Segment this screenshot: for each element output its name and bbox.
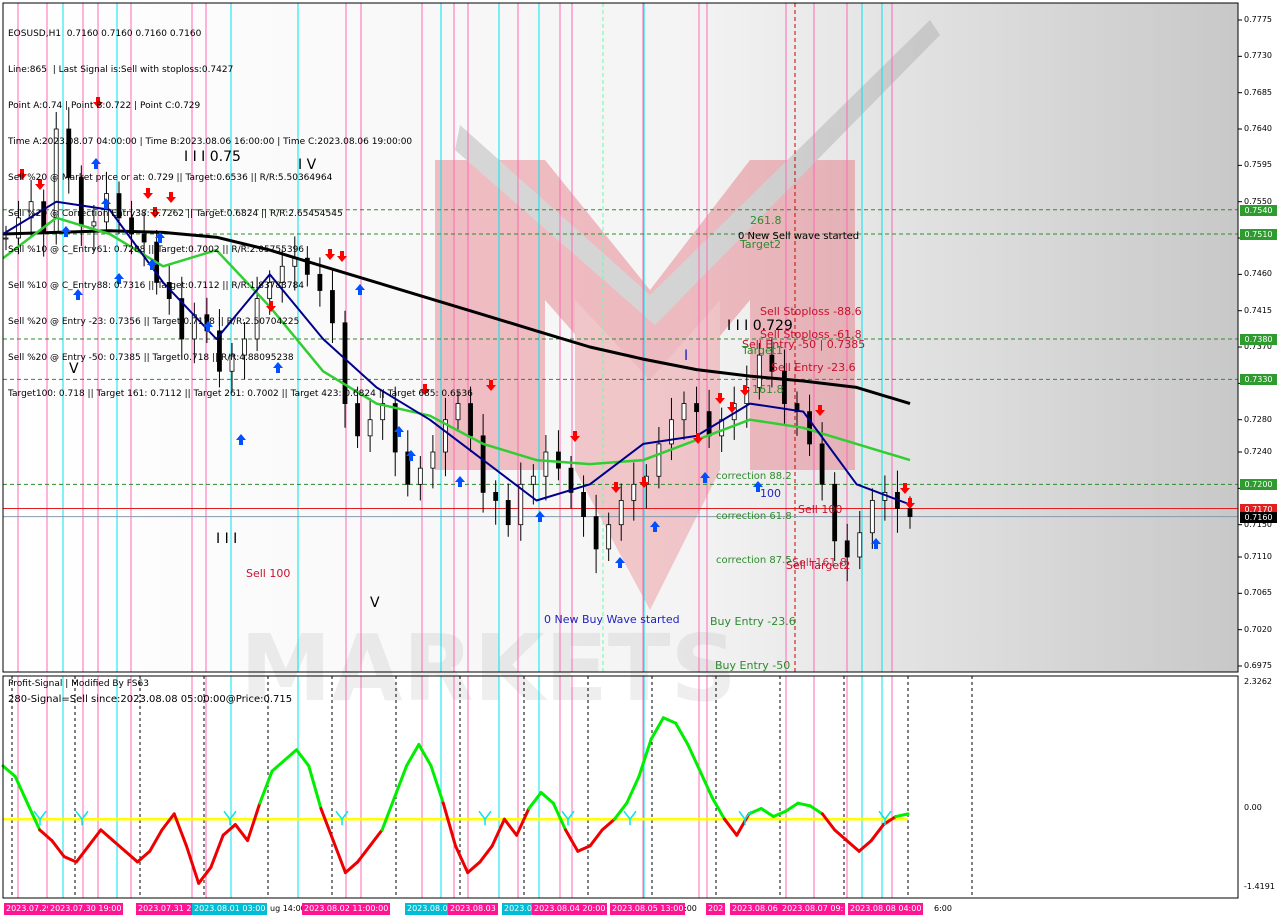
- price-level-box: 0.7540: [1240, 204, 1277, 216]
- sell-entry-label: Sell Entry -23.6: [771, 361, 856, 374]
- time-axis-label: 2023.07.29: [4, 903, 54, 915]
- wave-label: I: [684, 348, 689, 364]
- candle-body: [543, 451, 549, 477]
- time-axis-label: 2023.08.08 04:00: [848, 903, 924, 915]
- info-line: Sell %20 @ Entry -23: 0.7356 || Target:0…: [8, 317, 300, 327]
- time-axis-label: 2023.08.07 09:: [780, 903, 846, 915]
- wave-label: V: [370, 595, 380, 611]
- price-tick-label: 0.6975: [1244, 661, 1272, 670]
- candle-body: [819, 443, 825, 485]
- time-axis-label: 2023.0: [502, 903, 534, 915]
- wave-label: V: [69, 361, 79, 377]
- time-axis-label: 6:00: [934, 904, 952, 913]
- watermark-text: MARKETS: [240, 615, 737, 722]
- price-tick-label: 0.7240: [1244, 447, 1272, 456]
- price-level-box: 0.7380: [1240, 333, 1277, 345]
- wave-label: I I I: [216, 531, 238, 547]
- fib-level-label: 100: [760, 487, 781, 500]
- price-tick-label: 0.7730: [1244, 51, 1272, 61]
- candle-body: [417, 467, 423, 485]
- stoploss-label: Sell Stoploss -88.6: [760, 305, 862, 318]
- target-label: Target2: [740, 238, 782, 251]
- candle-body: [807, 411, 812, 445]
- candle-body: [844, 540, 850, 558]
- price-tick-label: 0.7065: [1244, 588, 1272, 598]
- wave-label: I V: [298, 157, 317, 173]
- candle-body: [907, 508, 913, 518]
- price-tick-label: 0.7110: [1244, 551, 1272, 561]
- sell-target-label: Sell 161.8: [792, 556, 847, 569]
- symbol-line: EOSUSD,H1 0.7160 0.7160 0.7160 0.7160: [8, 29, 202, 39]
- candle-body: [581, 491, 586, 518]
- fib-level-label: 261.8: [750, 214, 782, 227]
- price-level-box: 0.7510: [1240, 228, 1277, 240]
- candle-body: [556, 451, 561, 469]
- fib-level-label: 161.8: [752, 383, 784, 396]
- sell-100-label: Sell 100: [798, 503, 843, 516]
- indicator-tick-label: 0.00: [1244, 803, 1262, 812]
- indicator-signal: 280-Signal=Sell since:2023.08.08 05:00:0…: [8, 694, 293, 705]
- candle-body: [530, 475, 536, 485]
- price-tick-label: 0.7460: [1244, 269, 1272, 279]
- candle-body: [694, 403, 699, 413]
- price-tick-label: 0.7280: [1244, 414, 1272, 424]
- info-line: Line:865 | Last Signal is:Sell with stop…: [8, 65, 234, 75]
- candle-body: [593, 516, 599, 550]
- buy-entry-label: Buy Entry -23.6: [710, 615, 796, 628]
- wave-label: I I I 0.75: [184, 149, 241, 165]
- info-line: Sell %20 @ Market price or at: 0.729 || …: [8, 173, 333, 183]
- time-axis-label: 2023.08.04 20:00: [532, 903, 608, 915]
- candle-body: [681, 403, 687, 421]
- candle-body: [869, 500, 875, 534]
- time-axis-label: 202: [706, 903, 726, 915]
- candle-body: [706, 411, 712, 437]
- candle-body: [430, 451, 436, 469]
- chart-window: MARKETS EOSUSD,H1 0.7160 0.7160 0.7160 0…: [0, 0, 1280, 920]
- time-axis-label: 2023.08.02 11:00:00: [302, 903, 391, 915]
- price-level-box: 0.7200: [1240, 479, 1277, 491]
- target-label: Target1: [742, 344, 784, 357]
- candle-body: [505, 500, 511, 526]
- correction-label: correction 61.8: [716, 511, 792, 522]
- indicator-title: Profit-Signal | Modified By FS63: [8, 679, 149, 689]
- candle-body: [857, 532, 863, 558]
- buy-entry-label: Buy Entry -50: [715, 659, 791, 672]
- time-axis-label: 2023.08.01 03:00: [192, 903, 268, 915]
- new-buy-wave-label: 0 New Buy Wave started: [544, 613, 680, 626]
- sell-100-label: Sell 100: [246, 567, 291, 580]
- time-axis-label: :00: [684, 904, 697, 913]
- info-line: Point A:0.74 | Point B:0.722 | Point C:0…: [8, 101, 201, 111]
- info-line: Target100: 0.718 || Target 161: 0.7112 |…: [8, 389, 473, 399]
- candle-body: [493, 491, 499, 501]
- info-line: Sell %20 @ Correction Entry38: 0.7262 ||…: [8, 209, 343, 219]
- price-level-box: 0.7160: [1240, 511, 1277, 523]
- price-tick-label: 0.7415: [1244, 305, 1272, 315]
- indicator-tick-label: -1.4191: [1244, 882, 1275, 891]
- candle-body: [618, 500, 624, 526]
- price-tick-label: 0.7685: [1244, 87, 1272, 97]
- time-axis-label: 2023.08.06: [730, 903, 780, 915]
- time-axis-label: 2023.08.0: [405, 903, 450, 915]
- info-line: Time A:2023.08.07 04:00:00 | Time B:2023…: [8, 137, 413, 147]
- candle-body: [606, 524, 612, 550]
- candle-body: [656, 443, 662, 477]
- price-tick-label: 0.7595: [1244, 160, 1272, 170]
- price-tick-label: 0.7640: [1244, 124, 1272, 133]
- correction-label: correction 87.5: [716, 555, 792, 566]
- price-level-box: 0.7330: [1240, 374, 1277, 386]
- info-line: Sell %10 @ C_Entry88: 0.7316 || Target:0…: [8, 281, 305, 291]
- info-line: Sell %10 @ C_Entry61: 0.7288 || Target:0…: [8, 245, 305, 255]
- indicator-tick-label: 2.3262: [1244, 677, 1272, 686]
- time-axis-label: 2023.07.30 19:00: [48, 903, 124, 915]
- correction-label: correction 88.2: [716, 471, 792, 482]
- time-axis-label: 2023.08.03: [448, 903, 498, 915]
- price-tick-label: 0.7775: [1244, 15, 1272, 24]
- time-axis-label: 2023.08.05 13:00: [610, 903, 686, 915]
- candle-body: [631, 483, 637, 501]
- price-tick-label: 0.7020: [1244, 624, 1272, 634]
